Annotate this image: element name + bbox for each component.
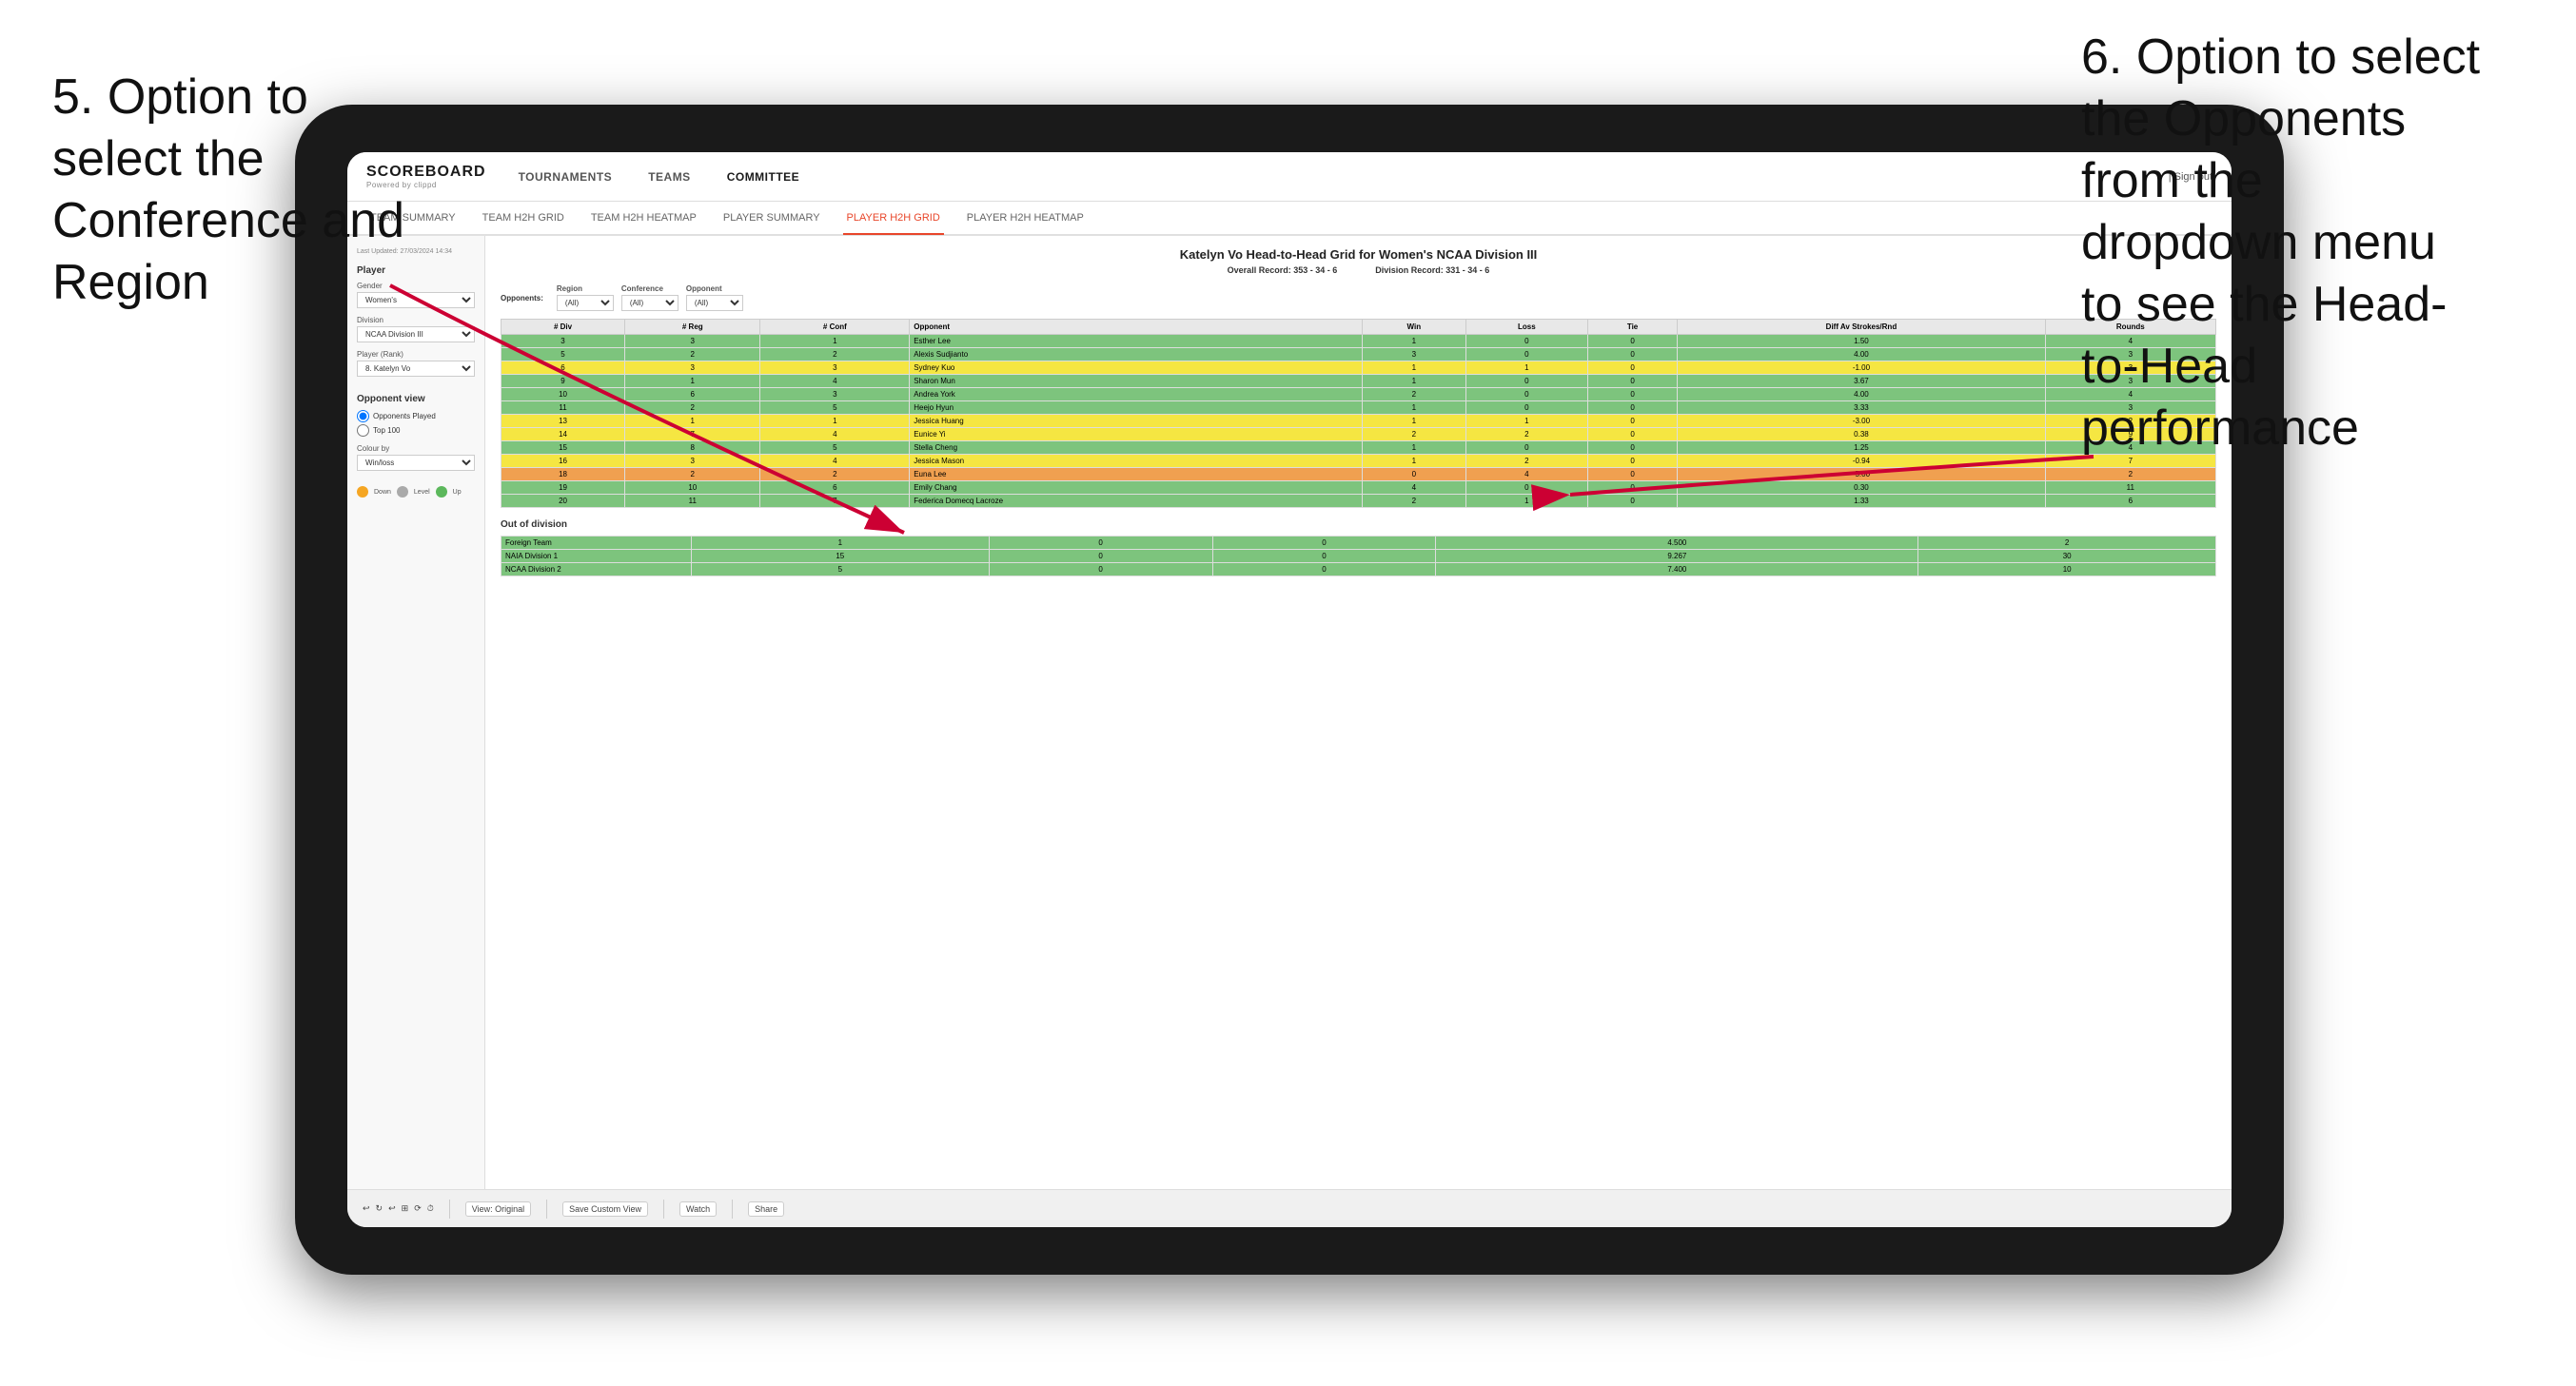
table-row: 11 (501, 401, 625, 415)
table-row: 9 (501, 375, 625, 388)
out-of-division-table: Foreign Team 1 0 0 4.500 2 NAIA Division… (501, 536, 2216, 576)
sidebar: Last Updated: 27/03/2024 14:34 Player Ge… (347, 236, 485, 1189)
share-btn[interactable]: Share (748, 1201, 784, 1217)
table-row: 6 (501, 361, 625, 375)
view-original-btn[interactable]: View: Original (465, 1201, 531, 1217)
records-row: Overall Record: 353 - 34 - 6 Division Re… (501, 265, 2216, 275)
overall-record-label: Overall Record: 353 - 34 - 6 (1228, 265, 1338, 275)
up-indicator (436, 486, 447, 498)
subnav-player-h2h-grid[interactable]: PLAYER H2H GRID (843, 203, 944, 235)
color-indicators: Down Level Up (357, 486, 475, 498)
out-of-division-header: Out of division (501, 519, 2216, 530)
tablet-frame: SCOREBOARD Powered by clippd TOURNAMENTS… (295, 105, 2284, 1275)
player-rank-label: Player (Rank) (357, 350, 475, 359)
toolbar-history: ↩ ↻ ↩ ⊞ ⟳ ⏱ (363, 1203, 434, 1214)
sub-nav: TEAM SUMMARY TEAM H2H GRID TEAM H2H HEAT… (347, 202, 2232, 236)
col-opponent: Opponent (910, 320, 1363, 335)
table-row: 3 (501, 335, 625, 348)
table-row: 5 (501, 348, 625, 361)
undo2-icon[interactable]: ↩ (388, 1203, 396, 1214)
radio-top100[interactable]: Top 100 (357, 424, 475, 437)
main-data-table: # Div # Reg # Conf Opponent Win Loss Tie… (501, 319, 2216, 508)
filter-row: Opponents: Region (All) Conference (501, 284, 2216, 311)
col-loss: Loss (1465, 320, 1587, 335)
main-content: Last Updated: 27/03/2024 14:34 Player Ge… (347, 236, 2232, 1189)
radio-opponents-played[interactable]: Opponents Played (357, 410, 475, 422)
conference-select[interactable]: (All) (621, 295, 678, 311)
col-win: Win (1362, 320, 1465, 335)
region-select[interactable]: (All) (557, 295, 614, 311)
opponent-filter: Opponent (All) (686, 284, 743, 311)
division-select[interactable]: NCAA Division III (357, 326, 475, 342)
opponent-select[interactable]: (All) (686, 295, 743, 311)
toolbar-divider-4 (732, 1200, 733, 1219)
undo-icon[interactable]: ↩ (363, 1203, 370, 1214)
nav-teams[interactable]: TEAMS (644, 170, 695, 184)
col-diff: Diff Av Strokes/Rnd (1678, 320, 2045, 335)
copy-icon[interactable]: ⊞ (402, 1203, 409, 1214)
table-row: 14 (501, 428, 625, 441)
ood-row: NCAA Division 2 (501, 563, 692, 576)
watch-btn[interactable]: Watch (679, 1201, 717, 1217)
annotation-right: 6. Option to select the Opponents from t… (2081, 27, 2547, 459)
content-area: Katelyn Vo Head-to-Head Grid for Women's… (485, 236, 2232, 1189)
division-label: Division (357, 316, 475, 324)
level-indicator (397, 486, 408, 498)
ood-row: NAIA Division 1 (501, 550, 692, 563)
clock-icon[interactable]: ⏱ (427, 1203, 434, 1214)
opponent-view-title: Opponent view (357, 394, 475, 404)
ood-row: Foreign Team (501, 537, 692, 550)
col-reg: # Reg (625, 320, 760, 335)
subnav-player-summary[interactable]: PLAYER SUMMARY (719, 202, 824, 234)
tablet-screen: SCOREBOARD Powered by clippd TOURNAMENTS… (347, 152, 2232, 1227)
conference-filter: Conference (All) (621, 284, 678, 311)
top-nav: SCOREBOARD Powered by clippd TOURNAMENTS… (347, 152, 2232, 202)
nav-items: TOURNAMENTS TEAMS COMMITTEE (515, 170, 2169, 184)
region-filter: Region (All) (557, 284, 614, 311)
col-div: # Div (501, 320, 625, 335)
col-tie: Tie (1587, 320, 1677, 335)
subnav-team-h2h-heatmap[interactable]: TEAM H2H HEATMAP (587, 202, 700, 234)
subnav-team-h2h-grid[interactable]: TEAM H2H GRID (479, 202, 568, 234)
save-custom-btn[interactable]: Save Custom View (562, 1201, 648, 1217)
opponent-view-radios: Opponents Played Top 100 (357, 410, 475, 437)
level-label: Level (414, 489, 430, 496)
table-row: 18 (501, 468, 625, 481)
col-conf: # Conf (760, 320, 910, 335)
refresh-icon[interactable]: ⟳ (414, 1203, 422, 1214)
nav-tournaments[interactable]: TOURNAMENTS (515, 170, 617, 184)
player-rank-select[interactable]: 8. Katelyn Vo (357, 361, 475, 377)
table-row: 15 (501, 441, 625, 455)
nav-committee[interactable]: COMMITTEE (723, 170, 804, 184)
subnav-player-h2h-heatmap[interactable]: PLAYER H2H HEATMAP (963, 202, 1088, 234)
redo-icon[interactable]: ↻ (376, 1203, 383, 1214)
toolbar-divider-3 (663, 1200, 664, 1219)
annotation-left: 5. Option to select the Conference and R… (52, 67, 414, 314)
toolbar-divider-1 (449, 1200, 450, 1219)
colour-by-select[interactable]: Win/loss (357, 455, 475, 471)
toolbar-divider-2 (546, 1200, 547, 1219)
content-title: Katelyn Vo Head-to-Head Grid for Women's… (501, 247, 2216, 262)
table-row: 19 (501, 481, 625, 495)
bottom-toolbar: ↩ ↻ ↩ ⊞ ⟳ ⏱ View: Original Save Custom V… (347, 1189, 2232, 1227)
colour-by-label: Colour by (357, 444, 475, 453)
down-indicator (357, 486, 368, 498)
table-row: 10 (501, 388, 625, 401)
table-row: 20 (501, 495, 625, 508)
opponents-label: Opponents: (501, 294, 543, 303)
down-label: Down (374, 489, 391, 496)
table-row: 13 (501, 415, 625, 428)
up-label: Up (453, 489, 462, 496)
table-row: 16 (501, 455, 625, 468)
division-record-label: Division Record: 331 - 34 - 6 (1375, 265, 1489, 275)
